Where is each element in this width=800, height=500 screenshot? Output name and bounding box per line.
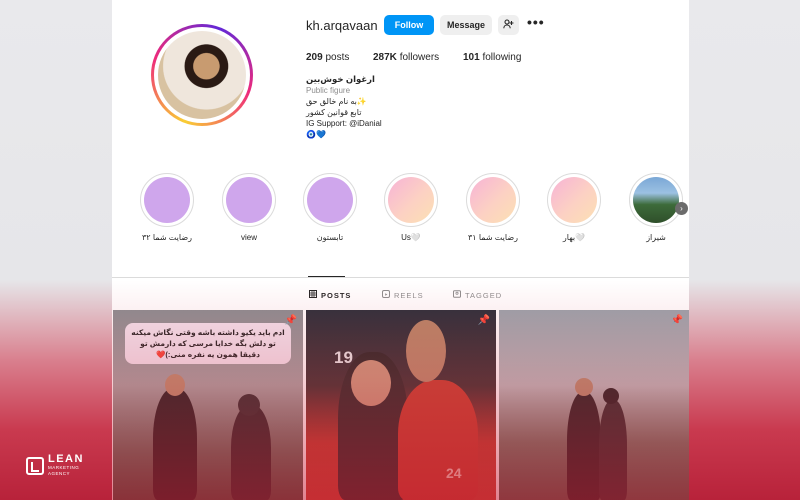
chevron-right-icon[interactable]: › xyxy=(675,202,688,215)
tagged-icon xyxy=(453,290,461,300)
post-caption-overlay: ادم باید یکیو داشته باشه وقتی نگاش میکنه… xyxy=(125,323,291,364)
profile-bio: ارغوان خوش‌بین Public figure به نام خالق… xyxy=(306,74,506,140)
person-figure xyxy=(153,388,197,500)
tab-label: POSTS xyxy=(321,290,352,300)
highlight-label: تابستون xyxy=(316,233,344,242)
highlight-label: شیراز xyxy=(646,233,666,242)
highlight-item[interactable]: رضایت شما ۳۱ xyxy=(463,173,523,242)
highlight-item[interactable]: بهار🤍 xyxy=(544,173,604,242)
message-button[interactable]: Message xyxy=(440,15,492,35)
following-count: 101 xyxy=(463,52,480,63)
highlight-item[interactable]: رضایت شما ۳۲ xyxy=(137,173,197,242)
person-head xyxy=(603,388,619,404)
active-tab-indicator xyxy=(308,276,345,277)
post-thumbnail[interactable]: 19 24 📌 xyxy=(306,310,496,500)
highlight-cover xyxy=(470,177,516,223)
highlight-cover xyxy=(388,177,434,223)
highlight-item[interactable]: Us🤍 xyxy=(381,173,441,242)
logo-brand: LEAN xyxy=(48,453,84,465)
highlight-cover xyxy=(551,177,597,223)
highlight-label: view xyxy=(240,233,257,242)
logo-tagline: AGENCY xyxy=(48,471,71,476)
highlight-cover xyxy=(307,177,353,223)
person-head xyxy=(406,320,446,382)
tab-label: TAGGED xyxy=(465,290,503,300)
person-head xyxy=(575,378,593,396)
person-head xyxy=(351,360,391,406)
following-stat[interactable]: 101 following xyxy=(463,52,521,63)
profile-category: Public figure xyxy=(306,86,351,95)
highlight-cover xyxy=(633,177,679,223)
highlight-label: بهار🤍 xyxy=(562,233,586,242)
bio-emoji-line: 🧿💙 xyxy=(306,130,326,139)
posts-stat: 209 posts xyxy=(306,52,349,63)
reels-icon xyxy=(382,290,390,300)
following-label: following xyxy=(482,52,522,63)
highlight-item[interactable]: view xyxy=(219,173,279,242)
highlight-label: Us🤍 xyxy=(401,233,421,242)
tab-posts[interactable]: POSTS xyxy=(309,290,351,300)
profile-page: kh.arqavaan Follow Message ••• 209 posts… xyxy=(112,0,689,500)
shirt-number: 24 xyxy=(446,465,462,481)
followers-count: 287K xyxy=(373,52,397,63)
person-figure xyxy=(231,405,271,500)
lean-agency-logo: LEAN MARKETING AGENCY xyxy=(26,454,84,477)
follow-button[interactable]: Follow xyxy=(384,15,434,35)
posts-label: posts xyxy=(325,52,350,63)
tab-label: REELS xyxy=(394,290,424,300)
logo-mark-icon xyxy=(26,456,44,475)
grid-icon xyxy=(309,290,317,300)
profile-avatar-story-ring[interactable] xyxy=(151,24,253,126)
post-thumbnail[interactable]: ادم باید یکیو داشته باشه وقتی نگاش میکنه… xyxy=(113,310,303,500)
followers-label: followers xyxy=(399,52,440,63)
profile-username: kh.arqavaan xyxy=(306,18,378,33)
post-thumbnail[interactable]: 📌 xyxy=(499,310,689,500)
person-figure xyxy=(567,392,601,500)
tab-reels[interactable]: REELS xyxy=(382,290,424,300)
suggest-accounts-button[interactable] xyxy=(498,15,519,35)
followers-stat[interactable]: 287K followers xyxy=(373,52,439,63)
profile-avatar xyxy=(158,31,246,119)
profile-full-name: ارغوان خوش‌بین xyxy=(306,74,375,84)
posts-count: 209 xyxy=(306,52,323,63)
tabs-divider xyxy=(112,277,689,278)
bio-line: تابع قوانین کشور xyxy=(306,108,362,117)
tab-tagged[interactable]: TAGGED xyxy=(453,290,502,300)
person-head xyxy=(165,374,185,396)
pinned-icon: 📌 xyxy=(477,315,490,326)
pinned-icon: 📌 xyxy=(670,315,683,326)
bio-support-link[interactable]: IG Support: @iDanial xyxy=(306,118,506,129)
bio-line: به نام خالق حق✨ xyxy=(306,97,367,106)
highlight-label: رضایت شما ۳۲ xyxy=(142,233,192,242)
highlight-item[interactable]: تابستون xyxy=(300,173,360,242)
person-figure xyxy=(599,400,627,500)
person-figure xyxy=(398,380,478,500)
more-dots-icon[interactable]: ••• xyxy=(527,14,545,30)
highlight-cover xyxy=(226,177,272,223)
person-head xyxy=(238,394,260,416)
highlight-cover xyxy=(144,177,190,223)
pinned-icon: 📌 xyxy=(284,315,297,326)
person-add-icon xyxy=(503,18,514,32)
highlight-label: رضایت شما ۳۱ xyxy=(468,233,518,242)
